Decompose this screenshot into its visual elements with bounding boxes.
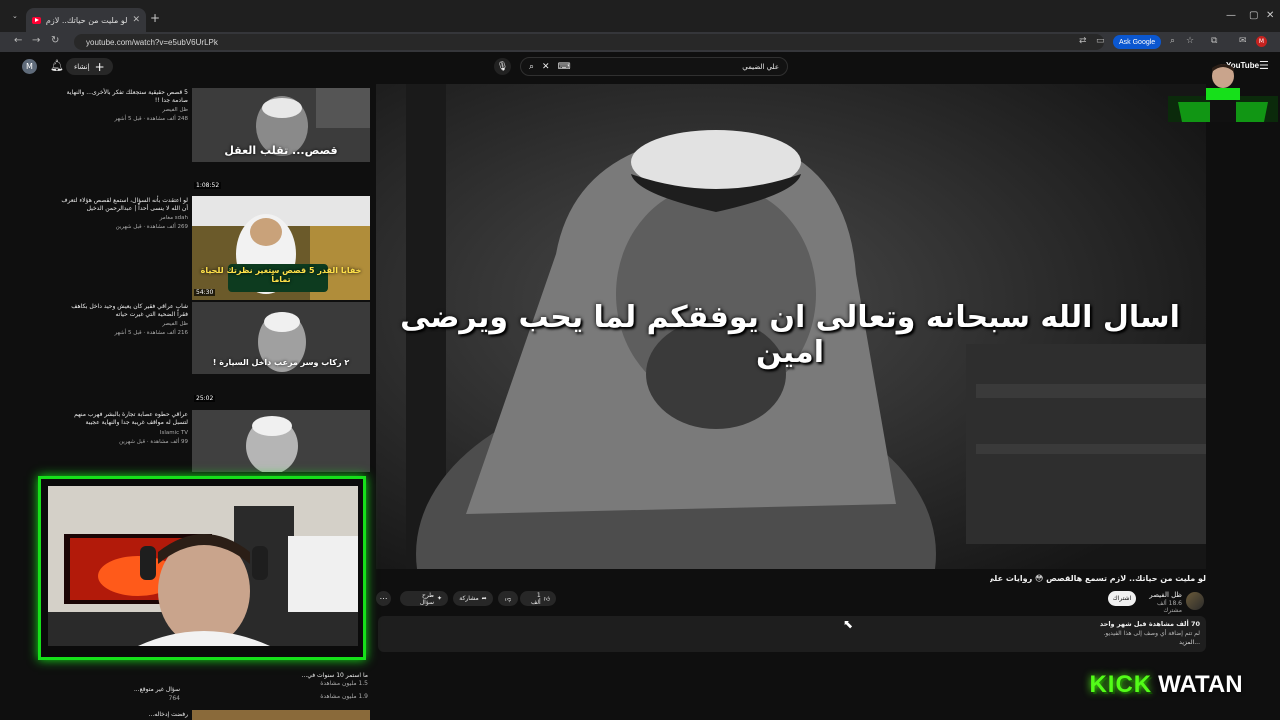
minimize-window-icon[interactable]: — (1226, 10, 1236, 21)
kick-watan-watermark: KICK WATAN (1060, 655, 1272, 715)
subscribe-button[interactable]: اشتراك (1108, 591, 1136, 606)
recommendation-thumbnail[interactable]: خفايا القدر 5 قصص ستغير نظرتك للحياة تما… (192, 196, 370, 300)
channel-name[interactable]: ظل الفيصر (1140, 591, 1182, 599)
description-text: لم تتم إضافة أي وصف إلى هذا الفيديو. (1103, 630, 1200, 637)
thumbnail-caption: خفايا القدر 5 قصص ستغير نظرتك للحياة تما… (200, 266, 362, 284)
create-button[interactable]: إنشاء + (66, 58, 113, 75)
mail-icon[interactable]: ✉ (1239, 36, 1247, 46)
video-title: لو مليت من حياتك.. لازم تسمع هالقصص 😳 رو… (990, 574, 1206, 583)
ask-google-button[interactable]: Ask Google (1113, 35, 1162, 49)
recommendation-meta: 1.5 مليون مشاهدة (320, 680, 368, 687)
share-icon: ➦ (481, 595, 487, 602)
video-subtitle: اسال الله سبحانه وتعالى ان يوفقكم لما يح… (400, 300, 1180, 370)
recommendation-channel[interactable]: ظل الفيصر (60, 107, 188, 113)
recommendation-title[interactable]: 5 قصص حقيقية ستجعلك تفكر بالأخرى... والن… (60, 89, 188, 105)
bookmark-star-icon[interactable]: ☆ (1186, 36, 1194, 46)
thumbs-down-icon: 👎︎ (504, 595, 512, 603)
recommendation-meta: 99 ألف مشاهدة · قبل شهرين (119, 439, 188, 445)
thumbnail-caption: ٢ ركاب وسر مرعب داخل السيارة ! (212, 358, 350, 367)
search-box[interactable]: ⌕ ✕ ⌨ علي الضيمي (520, 57, 788, 76)
show-more-link[interactable]: ...المزيد (1000, 639, 1200, 646)
search-icon[interactable]: ⌕ (529, 62, 534, 72)
reload-icon[interactable]: ↻ (51, 35, 59, 46)
recommendation-title[interactable]: عراقي حطوه عصابة تجارة بالبشر فهرب منهم … (60, 411, 188, 427)
recommendation-channel[interactable]: Islamic TV (60, 430, 188, 436)
recommendation-meta: 248 ألف مشاهدة · قبل 5 أشهر (114, 116, 188, 122)
keyboard-icon[interactable]: ⌨ (558, 62, 571, 72)
recommendation-title[interactable]: شاب عراقي فقير كان يعيش وحيد داخل بكاهف … (60, 303, 188, 319)
recommendation-meta: 216 ألف مشاهدة · قبل 5 أشهر (114, 330, 188, 336)
maximize-window-icon[interactable]: ▢ (1249, 10, 1258, 21)
thumbnail-caption: قصص... تقلب العقل (224, 144, 338, 157)
thumbs-up-icon: 👍︎ (543, 595, 550, 603)
watan-text: WATAN (1158, 671, 1243, 698)
recommendation-channel[interactable]: ظل الفيصر (60, 321, 188, 327)
browser-tab-bar: ⌄ لو مليت من حياتك.. لازم تسـ... ✕ + — ▢… (0, 0, 1280, 32)
duration-badge: 25:02 (194, 395, 216, 402)
close-window-icon[interactable]: ✕ (1266, 10, 1274, 21)
recommendation-thumbnail[interactable]: ٢ ركاب وسر مرعب داخل السيارة ! (192, 302, 370, 374)
recommendation-meta: 764 (168, 695, 180, 702)
extensions-icon[interactable]: ⧉ (1211, 36, 1217, 46)
new-tab-button[interactable]: + (150, 11, 160, 25)
create-label: إنشاء (74, 62, 90, 71)
clear-search-icon[interactable]: ✕ (542, 62, 550, 72)
recommendation-title[interactable]: ما استمر 10 سنوات في... (240, 672, 368, 679)
recommendation-meta: 1.9 مليون مشاهدة (320, 693, 368, 700)
recommendation-thumbnail[interactable]: قصص... تقلب العقل (192, 88, 370, 162)
address-bar[interactable]: youtube.com/watch?v=e5ubV6UrLPk (74, 34, 1104, 50)
ask-button[interactable]: ✦ طرح سؤال (400, 591, 448, 606)
tab-search-icon[interactable]: ⌄ (12, 12, 18, 20)
tab-title: لو مليت من حياتك.. لازم تسـ... (46, 15, 128, 25)
recommendation-channel[interactable]: sdah مغامر (60, 215, 188, 221)
profile-avatar[interactable]: M (1256, 36, 1267, 47)
notifications-bell-icon[interactable]: 🔔︎ (50, 59, 64, 72)
subscriber-count: 18.6 ألف مشترك (1157, 600, 1182, 614)
translate-icon[interactable]: ⇄ (1079, 36, 1087, 46)
share-button[interactable]: ➦ مشاركة (453, 591, 493, 606)
back-arrow-icon[interactable]: ← (14, 35, 22, 46)
dislike-button[interactable]: 👎︎ (498, 591, 518, 606)
webcam-feed (48, 486, 358, 646)
cast-icon[interactable]: ▭ (1096, 36, 1105, 46)
forward-arrow-icon[interactable]: → (32, 35, 40, 46)
close-tab-icon[interactable]: ✕ (132, 15, 140, 25)
plus-icon: + (94, 59, 105, 74)
recommendation-meta: 269 ألف مشاهدة · قبل شهرين (115, 224, 188, 230)
mouse-cursor-icon: ⬉ (843, 617, 854, 631)
sparkle-icon: ✦ (436, 595, 442, 602)
zoom-icon[interactable]: ⌕ (1170, 36, 1175, 46)
view-count-date: 70 ألف مشاهدة قبل شهر واحد (1099, 620, 1200, 628)
recommendation-title[interactable]: رفضت إدخاله... (60, 711, 188, 718)
browser-toolbar: ← → ↻ youtube.com/watch?v=e5ubV6UrLPk (0, 32, 1280, 52)
like-count: 1 ألف (531, 591, 541, 606)
duration-badge: 54:30 (194, 289, 216, 296)
youtube-favicon-icon (32, 16, 41, 24)
ask-label: طرح سؤال (419, 591, 434, 606)
kick-logo-text: KICK (1089, 671, 1153, 698)
recommendation-title[interactable]: سؤال غير متوقع... (100, 686, 180, 693)
address-bar-url: youtube.com/watch?v=e5ubV6UrLPk (86, 37, 218, 47)
recommendation-title[interactable]: لو اعتقدت بأنه السؤال، استمع لقصص هؤلاء … (60, 197, 188, 213)
recommendation-thumbnail[interactable] (192, 410, 370, 472)
search-query: علي الضيمي (742, 62, 779, 71)
duration-badge: 1:08:52 (194, 182, 222, 189)
voice-search-mic-icon[interactable]: 🎙︎ (494, 58, 511, 75)
share-label: مشاركة (459, 595, 479, 602)
channel-avatar[interactable] (1186, 592, 1204, 610)
recommendation-thumbnail[interactable] (192, 710, 370, 720)
like-button[interactable]: 👍︎ 1 ألف (520, 591, 556, 606)
browser-tab-active[interactable]: لو مليت من حياتك.. لازم تسـ... ✕ (26, 8, 146, 32)
account-avatar[interactable]: M (22, 59, 37, 74)
streamer-logo (1168, 62, 1278, 126)
more-actions-icon[interactable]: ⋯ (376, 591, 391, 606)
